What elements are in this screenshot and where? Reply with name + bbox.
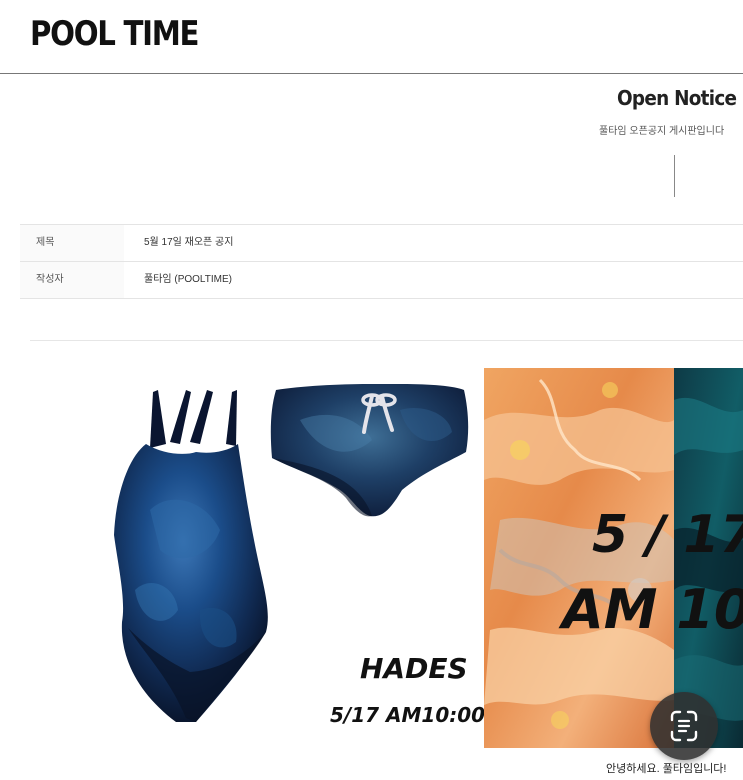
text-scan-button[interactable] (650, 692, 718, 760)
site-header: POOL TIME (0, 0, 743, 74)
title-divider (674, 155, 675, 197)
author-label: 작성자 (20, 262, 124, 298)
board-title: Open Notice (617, 86, 737, 110)
poster-time-text: AM 10:00 (558, 578, 743, 641)
post-info-table: 제목 5월 17일 재오픈 공지 작성자 풀타임 (POOLTIME) (20, 224, 743, 299)
content-divider (30, 340, 743, 341)
subject-row: 제목 5월 17일 재오픈 공지 (20, 225, 743, 262)
poster-date-text: 5 / 17 (592, 505, 743, 565)
swimsuit-illustration (114, 390, 268, 722)
swim-trunks-illustration (270, 384, 469, 517)
subject-value: 5월 17일 재오픈 공지 (144, 237, 234, 248)
board-subtitle: 풀타임 오픈공지 게시판입니다 (599, 126, 725, 137)
subject-label: 제목 (20, 225, 124, 261)
text-scan-icon (670, 710, 698, 742)
author-row: 작성자 풀타임 (POOLTIME) (20, 262, 743, 299)
product-name-text: HADES (360, 652, 468, 685)
greeting-text: 안녕하세요. 풀타임입니다! (606, 763, 727, 775)
author-value: 풀타임 (POOLTIME) (144, 274, 232, 285)
site-logo[interactable]: POOL TIME (30, 14, 200, 54)
notice-poster-image: HADES 5/17 AM10:00 5 / 17 AM 10:00 (114, 368, 743, 748)
product-date-text: 5/17 AM10:00 (330, 703, 485, 727)
